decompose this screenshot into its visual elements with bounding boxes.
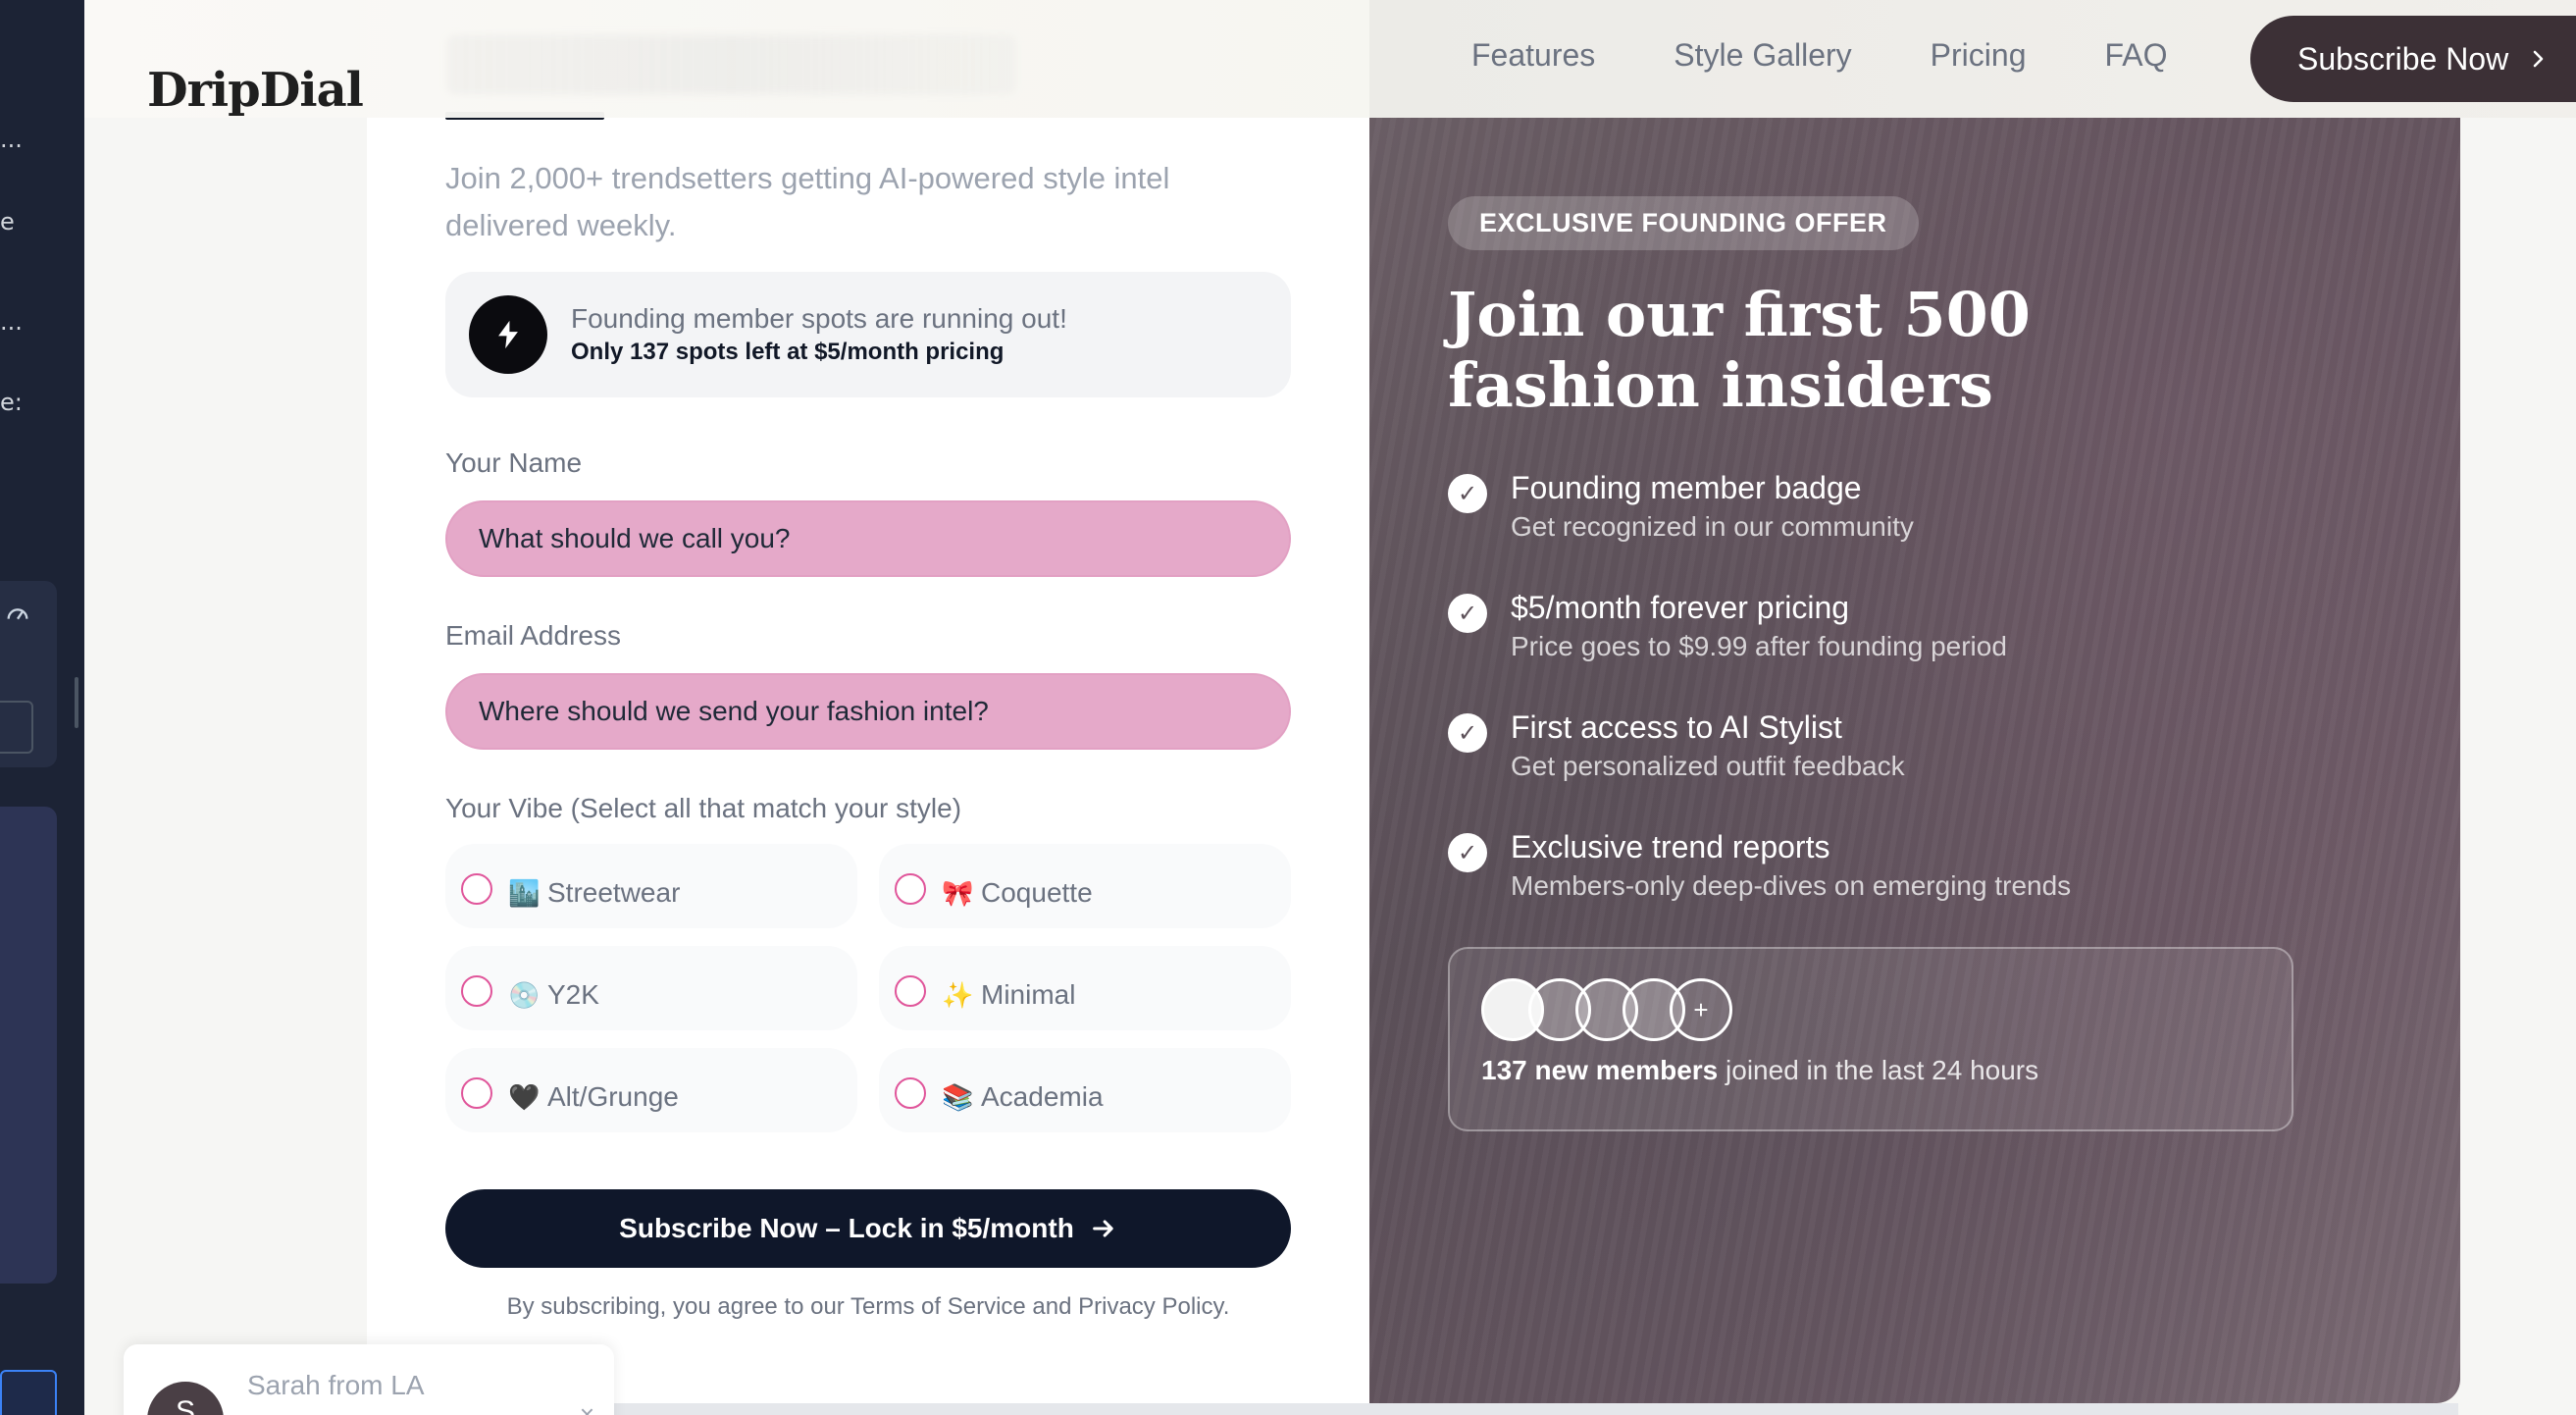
vibe-option-label: Y2K	[547, 979, 599, 1010]
nav-link-style-gallery[interactable]: Style Gallery	[1674, 37, 1851, 74]
side-card	[0, 807, 57, 1284]
vibe-option-alt-grunge[interactable]: 🖤 Alt/Grunge	[445, 1048, 857, 1132]
page-background: Join 2,000+ trendsetters getting AI-powe…	[84, 0, 2576, 1415]
recent-signup-toast: S Sarah from LA ×	[124, 1344, 614, 1415]
page-scroll-edge	[365, 1403, 2458, 1415]
founding-offer-panel: EXCLUSIVE FOUNDING OFFER Join our first …	[1369, 0, 2460, 1403]
benefit-item: ✓ First access to AI Stylist Get persona…	[1448, 708, 2382, 786]
radio-button[interactable]	[461, 873, 492, 905]
name-label: Your Name	[445, 447, 583, 478]
radio-button[interactable]	[895, 873, 926, 905]
gauge-icon[interactable]	[4, 601, 31, 628]
vibe-option-label: Minimal	[981, 979, 1076, 1010]
vibe-option-label: Coquette	[981, 877, 1093, 908]
main-nav: Features Style Gallery Pricing FAQ	[1471, 37, 2168, 74]
legal-notice: By subscribing, you agree to our Terms o…	[506, 1293, 1230, 1320]
toast-name: Sarah from LA	[247, 1370, 425, 1400]
close-icon[interactable]: ×	[580, 1399, 594, 1415]
more-avatars: +	[1670, 978, 1732, 1041]
radio-button[interactable]	[895, 1077, 926, 1109]
benefit-item: ✓ Founding member badge Get recognized i…	[1448, 468, 2382, 547]
vibe-option-y2k[interactable]: 💿 Y2K	[445, 946, 857, 1030]
signup-card: Join 2,000+ trendsetters getting AI-powe…	[367, 0, 2460, 1403]
signup-form: Join 2,000+ trendsetters getting AI-powe…	[367, 0, 1369, 1403]
lightning-bolt-icon	[469, 295, 547, 374]
email-input[interactable]	[445, 673, 1291, 750]
benefit-list: ✓ Founding member badge Get recognized i…	[1448, 468, 2382, 906]
benefit-description: Members-only deep-dives on emerging tren…	[1511, 870, 2072, 901]
avatar: S	[147, 1382, 224, 1415]
resize-handle[interactable]	[75, 677, 78, 728]
header-subscribe-label: Subscribe Now	[2297, 40, 2509, 77]
vibe-label: Your Vibe (Select all that match your st…	[445, 793, 962, 823]
nav-link-pricing[interactable]: Pricing	[1931, 37, 2027, 74]
alert-detail: Only 137 spots left at $5/month pricing	[571, 339, 1005, 365]
submit-label: Subscribe Now – Lock in $5/month	[619, 1213, 1074, 1243]
form-subtitle: Join 2,000+ trendsetters getting AI-powe…	[445, 161, 1170, 242]
chevron-right-icon	[2533, 50, 2544, 68]
check-icon: ✓	[1448, 833, 1487, 872]
name-input[interactable]	[445, 500, 1291, 577]
vibe-option-coquette[interactable]: 🎀 Coquette	[879, 844, 1291, 928]
benefit-description: Get recognized in our community	[1511, 511, 1914, 542]
vibe-option-label: Alt/Grunge	[547, 1081, 679, 1112]
avatar-stack: +	[1481, 978, 2260, 1041]
side-selected-item[interactable]	[0, 1370, 57, 1415]
offer-title-line: Join our first 500	[1448, 279, 2031, 350]
obscured-heading	[447, 35, 1016, 94]
offer-badge: EXCLUSIVE FOUNDING OFFER	[1448, 196, 1919, 250]
benefit-title: First access to AI Stylist	[1511, 709, 1842, 745]
truncated-text: ...	[0, 308, 23, 336]
check-icon: ✓	[1448, 474, 1487, 513]
nav-link-features[interactable]: Features	[1471, 37, 1595, 74]
check-icon: ✓	[1448, 594, 1487, 633]
truncated-text: e:	[0, 389, 23, 416]
offer-title: Join our first 500 fashion insiders	[1448, 280, 2135, 421]
books-icon: 📚	[942, 1082, 974, 1112]
scarcity-alert: Founding member spots are running out! O…	[445, 272, 1291, 397]
ribbon-icon: 🎀	[942, 878, 974, 908]
benefit-title: Exclusive trend reports	[1511, 829, 1830, 865]
vibe-option-label: Academia	[981, 1081, 1104, 1112]
header-subscribe-button[interactable]: Subscribe Now	[2250, 16, 2576, 102]
black-heart-icon: 🖤	[508, 1082, 541, 1112]
check-icon: ✓	[1448, 713, 1487, 753]
benefit-title: Founding member badge	[1511, 470, 1862, 505]
members-count-text: 137 new members joined in the last 24 ho…	[1481, 1055, 2260, 1086]
members-count-suffix: joined in the last 24 hours	[1718, 1055, 2039, 1085]
alert-headline: Founding member spots are running out!	[571, 303, 1067, 334]
radio-button[interactable]	[461, 975, 492, 1007]
benefit-item: ✓ Exclusive trend reports Members-only d…	[1448, 827, 2382, 906]
vibe-option-minimal[interactable]: ✨ Minimal	[879, 946, 1291, 1030]
site-header: DripDial Features Style Gallery Pricing …	[84, 0, 2576, 118]
benefit-description: Get personalized outfit feedback	[1511, 751, 1905, 781]
site-logo[interactable]: DripDial	[147, 63, 364, 118]
social-proof-card: + 137 new members joined in the last 24 …	[1448, 947, 2293, 1131]
members-count: 137 new members	[1481, 1055, 1719, 1085]
offer-title-line: fashion insiders	[1448, 349, 1993, 421]
vibe-option-academia[interactable]: 📚 Academia	[879, 1048, 1291, 1132]
subscribe-submit-button[interactable]: Subscribe Now – Lock in $5/month	[445, 1189, 1291, 1268]
disc-icon: 💿	[508, 980, 541, 1010]
truncated-text: e	[0, 208, 15, 236]
radio-button[interactable]	[461, 1077, 492, 1109]
benefit-title: $5/month forever pricing	[1511, 590, 1850, 625]
side-input[interactable]	[0, 701, 33, 754]
vibe-option-label: Streetwear	[547, 877, 681, 908]
vibe-option-streetwear[interactable]: 🏙️ Streetwear	[445, 844, 857, 928]
truncated-text: ...	[0, 126, 23, 153]
benefit-description: Price goes to $9.99 after founding perio…	[1511, 631, 2007, 661]
sparkles-icon: ✨	[942, 980, 974, 1010]
cityscape-icon: 🏙️	[508, 878, 541, 908]
arrow-right-icon	[1092, 1220, 1113, 1237]
email-label: Email Address	[445, 620, 621, 651]
vibe-options: 🏙️ Streetwear 🎀 Coquette 💿 Y2K ✨ Minimal	[445, 844, 1291, 1132]
nav-link-faq[interactable]: FAQ	[2104, 37, 2167, 74]
radio-button[interactable]	[895, 975, 926, 1007]
benefit-item: ✓ $5/month forever pricing Price goes to…	[1448, 588, 2382, 666]
left-side-panel: ... e ... e:	[0, 0, 84, 1415]
